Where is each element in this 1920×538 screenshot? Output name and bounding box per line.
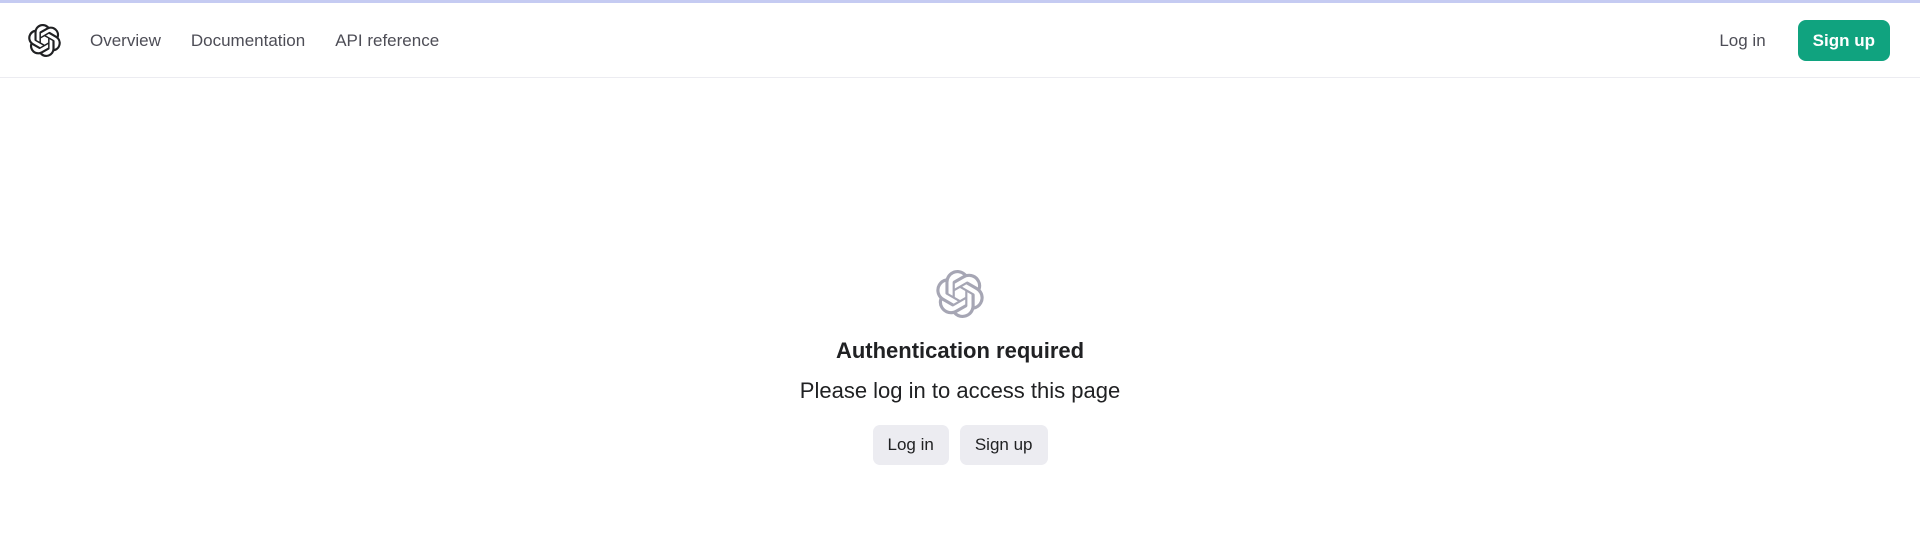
- nav-link-api-reference[interactable]: API reference: [335, 31, 439, 51]
- auth-button-group: Log in Sign up: [872, 424, 1048, 465]
- top-navbar: Overview Documentation API reference Log…: [0, 3, 1920, 78]
- nav-login-button[interactable]: Log in: [1719, 31, 1765, 51]
- login-button[interactable]: Log in: [872, 424, 949, 465]
- auth-subtitle: Please log in to access this page: [799, 378, 1121, 404]
- primary-nav: Overview Documentation API reference: [90, 3, 469, 78]
- signup-button[interactable]: Sign up: [959, 424, 1048, 465]
- auth-title: Authentication required: [835, 338, 1085, 363]
- openai-logo-icon: [936, 270, 984, 319]
- nav-signup-button[interactable]: Sign up: [1797, 20, 1890, 61]
- nav-auth-actions: Log in Sign up: [1719, 3, 1890, 78]
- auth-required-panel: Authentication required Please log in to…: [0, 270, 1920, 465]
- openai-logo-icon[interactable]: [28, 24, 61, 58]
- nav-link-overview[interactable]: Overview: [90, 31, 161, 51]
- nav-link-documentation[interactable]: Documentation: [191, 31, 305, 51]
